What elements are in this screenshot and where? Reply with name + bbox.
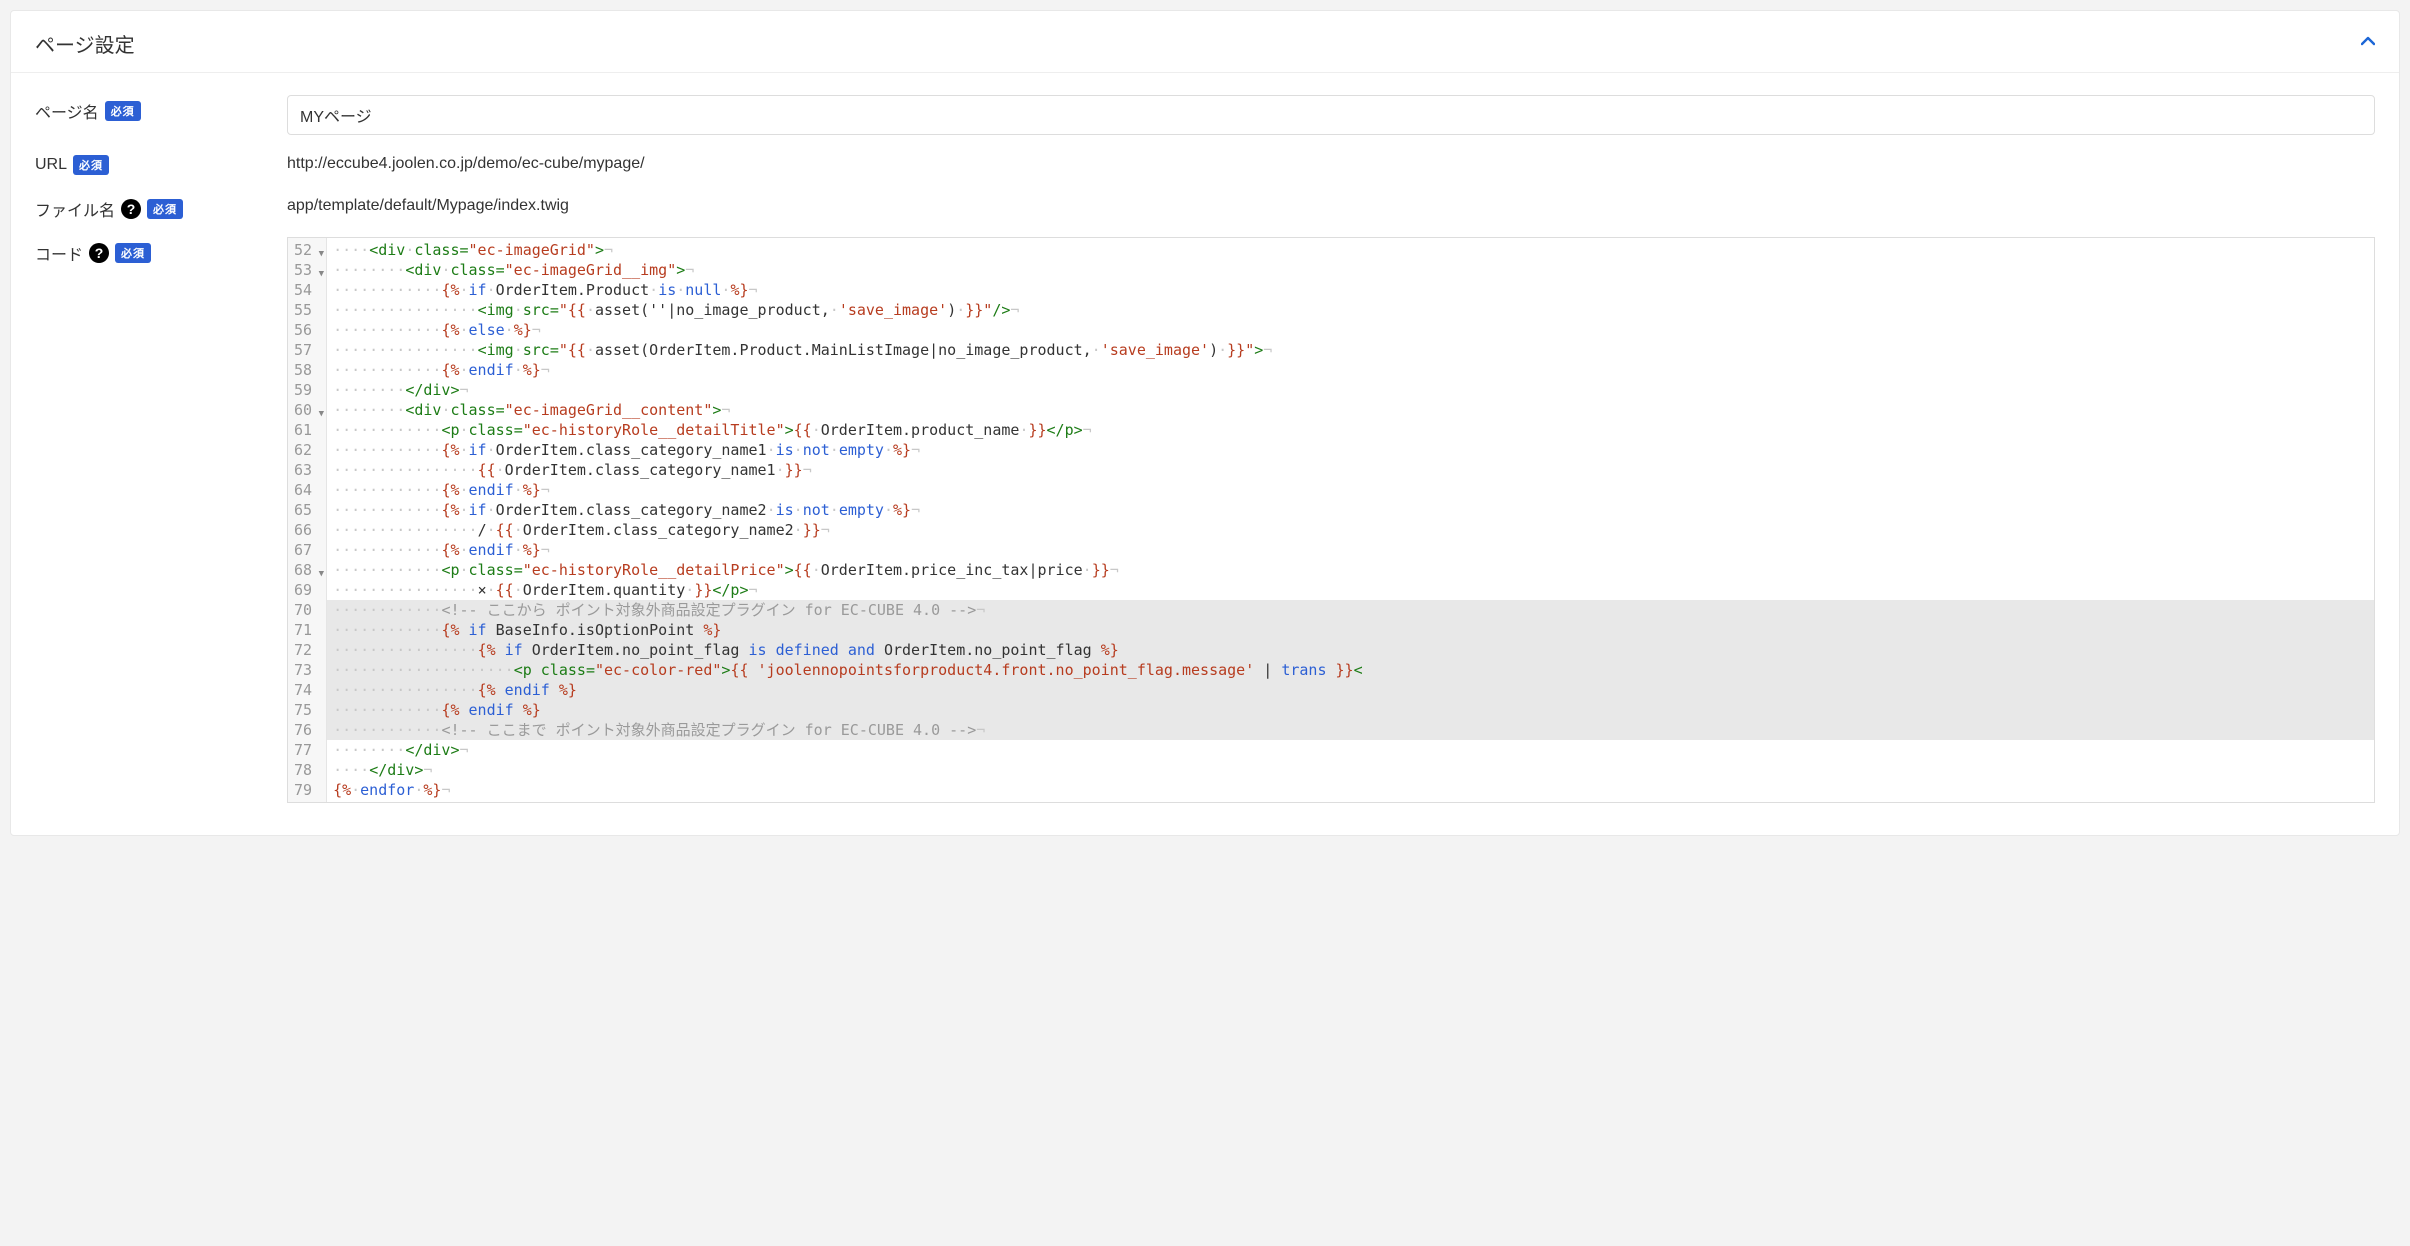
- code-line[interactable]: ············{% endif %}: [327, 700, 2374, 720]
- label-code: コード: [35, 241, 83, 265]
- code-line[interactable]: ················{{·OrderItem.class_categ…: [327, 460, 2374, 480]
- code-line[interactable]: ············{% if BaseInfo.isOptionPoint…: [327, 620, 2374, 640]
- code-line[interactable]: ········<div·class="ec-imageGrid__img">¬: [327, 260, 2374, 280]
- row-url: URL 必須 http://eccube4.joolen.co.jp/demo/…: [35, 143, 2375, 185]
- card-header: ページ設定: [11, 11, 2399, 73]
- code-line[interactable]: ············{%·if·OrderItem.Product·is·n…: [327, 280, 2374, 300]
- label-url: URL: [35, 156, 67, 174]
- badge-required: 必須: [147, 199, 183, 219]
- code-line[interactable]: ············{%·endif·%}¬: [327, 480, 2374, 500]
- badge-required: 必須: [105, 101, 141, 121]
- code-line[interactable]: ············{%·else·%}¬: [327, 320, 2374, 340]
- code-line[interactable]: ············{%·endif·%}¬: [327, 360, 2374, 380]
- page-settings-card: ページ設定 ページ名 必須 URL 必須 http://eccube4.jool…: [10, 10, 2400, 836]
- code-line[interactable]: ····<div·class="ec-imageGrid">¬: [327, 240, 2374, 260]
- label-file-name: ファイル名: [35, 197, 115, 221]
- url-value: http://eccube4.joolen.co.jp/demo/ec-cube…: [287, 151, 2375, 177]
- collapse-toggle-icon[interactable]: [2361, 34, 2375, 53]
- code-line[interactable]: ················<img·src="{{·asset(Order…: [327, 340, 2374, 360]
- row-file-name: ファイル名 ? 必須 app/template/default/Mypage/i…: [35, 185, 2375, 229]
- code-line[interactable]: ············<p·class="ec-historyRole__de…: [327, 420, 2374, 440]
- badge-required: 必須: [115, 243, 151, 263]
- code-line[interactable]: ················{% endif %}: [327, 680, 2374, 700]
- code-line[interactable]: ············{%·if·OrderItem.class_catego…: [327, 500, 2374, 520]
- code-line[interactable]: ················<img·src="{{·asset(''|no…: [327, 300, 2374, 320]
- code-line[interactable]: ····················<p class="ec-color-r…: [327, 660, 2374, 680]
- file-name-value: app/template/default/Mypage/index.twig: [287, 193, 2375, 219]
- code-line[interactable]: ········</div>¬: [327, 740, 2374, 760]
- label-page-name: ページ名: [35, 99, 99, 123]
- code-line[interactable]: ············{%·if·OrderItem.class_catego…: [327, 440, 2374, 460]
- row-code: コード ? 必須 52▼53▼54555657585960▼6162636465…: [35, 229, 2375, 811]
- code-line[interactable]: ············<p·class="ec-historyRole__de…: [327, 560, 2374, 580]
- code-line[interactable]: ············<!-- ここまで ポイント対象外商品設定プラグイン f…: [327, 720, 2374, 740]
- page-name-input[interactable]: [287, 95, 2375, 135]
- code-line[interactable]: ················×·{{·OrderItem.quantity·…: [327, 580, 2374, 600]
- code-line[interactable]: ················{% if OrderItem.no_point…: [327, 640, 2374, 660]
- row-page-name: ページ名 必須: [35, 87, 2375, 143]
- editor-gutter: 52▼53▼54555657585960▼6162636465666768▼69…: [288, 238, 327, 802]
- help-icon[interactable]: ?: [121, 199, 141, 219]
- code-line[interactable]: ····</div>¬: [327, 760, 2374, 780]
- code-line[interactable]: {%·endfor·%}¬: [327, 780, 2374, 800]
- editor-code-area[interactable]: ····<div·class="ec-imageGrid">¬········<…: [327, 238, 2374, 802]
- code-line[interactable]: ············{%·endif·%}¬: [327, 540, 2374, 560]
- code-editor[interactable]: 52▼53▼54555657585960▼6162636465666768▼69…: [287, 237, 2375, 803]
- help-icon[interactable]: ?: [89, 243, 109, 263]
- badge-required: 必須: [73, 155, 109, 175]
- code-line[interactable]: ········<div·class="ec-imageGrid__conten…: [327, 400, 2374, 420]
- code-line[interactable]: ················/·{{·OrderItem.class_cat…: [327, 520, 2374, 540]
- card-body: ページ名 必須 URL 必須 http://eccube4.joolen.co.…: [11, 73, 2399, 835]
- code-line[interactable]: ········</div>¬: [327, 380, 2374, 400]
- panel-title: ページ設定: [35, 29, 135, 58]
- code-line[interactable]: ············<!-- ここから ポイント対象外商品設定プラグイン f…: [327, 600, 2374, 620]
